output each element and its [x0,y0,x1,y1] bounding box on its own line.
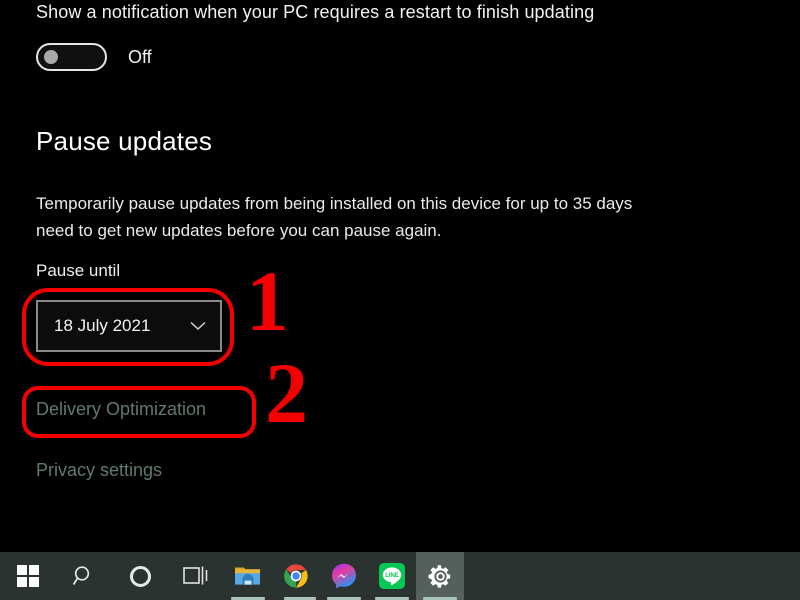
delivery-optimization-link[interactable]: Delivery Optimization [36,399,206,420]
pause-until-selected-value: 18 July 2021 [54,316,151,335]
chrome-icon [284,564,308,588]
annotation-number-2: 2 [265,345,308,441]
restart-notification-label: Show a notification when your PC require… [36,2,595,22]
settings-button[interactable] [416,552,464,600]
messenger-button[interactable] [320,552,368,600]
cortana-circle-icon [129,565,151,587]
description-line-1: Temporarily pause updates from being ins… [36,194,633,213]
file-explorer-icon [235,567,260,585]
svg-text:LINE: LINE [385,573,399,579]
toggle-knob [44,50,58,64]
windows-taskbar: LINE [0,552,800,600]
file-explorer-button[interactable] [224,552,272,600]
annotation-number-1: 1 [246,253,289,349]
settings-update-page: Show a notification when your PC require… [0,0,800,552]
pause-updates-description: Temporarily pause updates from being ins… [36,190,800,244]
description-line-2: need to get new updates before you can p… [36,221,442,240]
windows-logo-icon [17,565,39,587]
line-icon: LINE [379,563,405,589]
start-button[interactable] [0,552,56,600]
privacy-settings-link[interactable]: Privacy settings [36,460,162,481]
task-view-icon [183,566,208,585]
chrome-button[interactable] [272,552,320,600]
toggle-state-label: Off [128,46,152,67]
restart-notification-toggle-row: Off [36,43,152,71]
search-icon [72,566,90,585]
chevron-down-icon [190,321,206,331]
messenger-icon [332,563,356,589]
pause-until-dropdown[interactable]: 18 July 2021 [36,300,222,352]
search-button[interactable] [56,552,112,600]
line-button[interactable]: LINE [368,552,416,600]
restart-notification-toggle[interactable] [36,43,107,71]
task-view-button[interactable] [168,552,224,600]
pause-updates-heading: Pause updates [36,126,213,156]
gear-icon [428,564,450,588]
pause-until-label: Pause until [36,261,121,280]
cortana-button[interactable] [112,552,168,600]
